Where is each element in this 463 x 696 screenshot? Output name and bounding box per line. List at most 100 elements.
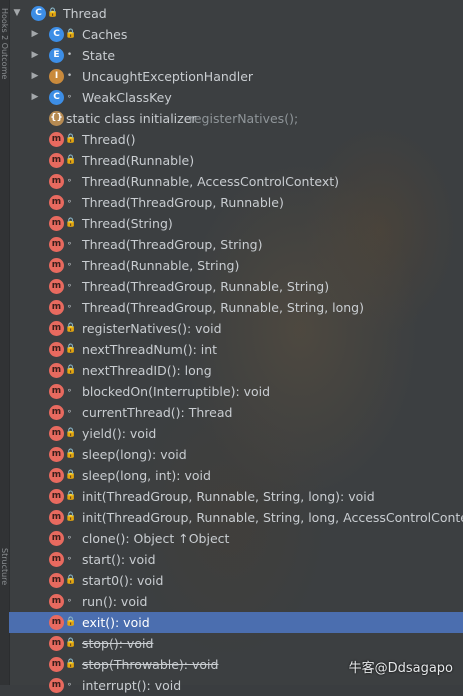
tree-node-member[interactable]: m 🔒 nextThreadNum(): int <box>9 339 463 360</box>
visibility-icon: ∘ <box>66 239 73 249</box>
enum-icon: E <box>49 48 64 63</box>
method-icon: m <box>49 405 64 420</box>
tree-node-nested-class[interactable]: ▶ C 🔒 Caches <box>9 24 463 45</box>
interface-icon: I <box>49 69 64 84</box>
tree-node-label: Thread(ThreadGroup, Runnable, String, lo… <box>82 300 364 315</box>
tree-node-member[interactable]: m 🔒 nextThreadID(): long <box>9 360 463 381</box>
tool-strip-label-bottom[interactable]: Structure <box>0 548 9 585</box>
method-icon: m <box>49 300 64 315</box>
method-icon: m <box>49 258 64 273</box>
tree-node-member[interactable]: m ∘ Thread(Runnable, AccessControlContext) <box>9 171 463 192</box>
lock-icon: 🔒 <box>65 512 77 522</box>
visibility-icon: ∘ <box>66 302 73 312</box>
lock-icon: 🔒 <box>65 491 77 501</box>
tree-node-nested-class[interactable]: ▶ C ∘ WeakClassKey <box>9 87 463 108</box>
tree-node-member[interactable]: m ∘ blockedOn(Interruptible): void <box>9 381 463 402</box>
tree-node-label: exit(): void <box>82 615 150 630</box>
method-icon: m <box>49 573 64 588</box>
tree-node-label: Thread(Runnable, String) <box>82 258 240 273</box>
method-icon: m <box>49 174 64 189</box>
tree-node-label: init(ThreadGroup, Runnable, String, long… <box>82 510 463 525</box>
visibility-icon: ∘ <box>66 680 73 690</box>
tree-node-member[interactable]: m 🔒 registerNatives(): void <box>9 318 463 339</box>
tree-node-label: Thread(ThreadGroup, String) <box>82 237 263 252</box>
method-icon: m <box>49 552 64 567</box>
visibility-icon: ∘ <box>66 281 73 291</box>
structure-tree: ▼ C 🔒 Thread ▶ C 🔒 Caches ▶ E • State ▶ … <box>9 0 463 693</box>
lock-icon: 🔒 <box>65 344 77 354</box>
tree-node-member[interactable]: m 🔒 Thread(Runnable) <box>9 150 463 171</box>
tree-node-label: UncaughtExceptionHandler <box>82 69 254 84</box>
tree-node-member[interactable]: m 🔒 stop(): void <box>9 633 463 654</box>
method-icon: m <box>49 594 64 609</box>
tree-node-member[interactable]: m ∘ start(): void <box>9 549 463 570</box>
tree-node-member[interactable]: m 🔒 Thread() <box>9 129 463 150</box>
tree-node-member[interactable]: m ∘ currentThread(): Thread <box>9 402 463 423</box>
method-icon: m <box>49 531 64 546</box>
lock-icon: 🔒 <box>65 617 77 627</box>
tree-node-label: Thread(ThreadGroup, Runnable, String) <box>82 279 330 294</box>
tree-node-member[interactable]: m 🔒 start0(): void <box>9 570 463 591</box>
lock-icon: 🔒 <box>65 323 77 333</box>
chevron-right-icon[interactable]: ▶ <box>30 87 40 108</box>
chevron-right-icon[interactable]: ▶ <box>30 45 40 66</box>
lock-icon: 🔒 <box>47 8 59 18</box>
tree-node-label: stop(): void <box>82 636 154 651</box>
tree-node-label: nextThreadID(): long <box>82 363 212 378</box>
method-icon: m <box>49 615 64 630</box>
public-visibility-icon: • <box>66 71 73 81</box>
class-icon: C <box>49 27 64 42</box>
tree-node-label: sleep(long, int): void <box>82 468 211 483</box>
method-icon: m <box>49 237 64 252</box>
tree-node-member[interactable]: m ∘ Thread(ThreadGroup, String) <box>9 234 463 255</box>
tree-node-label: blockedOn(Interruptible): void <box>82 384 271 399</box>
class-icon: C <box>49 90 64 105</box>
tree-node-label: init(ThreadGroup, Runnable, String, long… <box>82 489 375 504</box>
tree-node-member[interactable]: m ∘ clone(): Object ↑Object <box>9 528 463 549</box>
tree-node-nested-interface[interactable]: ▶ I • UncaughtExceptionHandler <box>9 66 463 87</box>
method-icon: m <box>49 447 64 462</box>
tree-node-member[interactable]: m ∘ interrupt(): void <box>9 675 463 696</box>
method-icon: m <box>49 132 64 147</box>
tree-node-label: Thread(Runnable, AccessControlContext) <box>82 174 340 189</box>
chevron-right-icon[interactable]: ▶ <box>30 66 40 87</box>
visibility-icon: ∘ <box>66 260 73 270</box>
tree-node-static-initializer[interactable]: {} static class initializer registerNati… <box>9 108 463 129</box>
lock-icon: 🔒 <box>65 29 77 39</box>
package-visibility-icon: ∘ <box>66 92 73 102</box>
method-icon: m <box>49 678 64 693</box>
tree-node-member[interactable]: m 🔒 sleep(long): void <box>9 444 463 465</box>
visibility-icon: ∘ <box>66 197 73 207</box>
tree-node-member[interactable]: m ∘ Thread(ThreadGroup, Runnable) <box>9 192 463 213</box>
tree-node-label: Thread(Runnable) <box>82 153 195 168</box>
tree-node-label: WeakClassKey <box>82 90 172 105</box>
tree-node-member[interactable]: m 🔒 init(ThreadGroup, Runnable, String, lo… <box>9 486 463 507</box>
lock-icon: 🔒 <box>65 638 77 648</box>
tree-node-member[interactable]: m ∘ Thread(ThreadGroup, Runnable, String, … <box>9 297 463 318</box>
method-icon: m <box>49 363 64 378</box>
chevron-right-icon[interactable]: ▶ <box>30 24 40 45</box>
tree-node-label: run(): void <box>82 594 148 609</box>
tree-node-member[interactable]: m ∘ run(): void <box>9 591 463 612</box>
chevron-down-icon[interactable]: ▼ <box>12 3 22 24</box>
method-icon: m <box>49 636 64 651</box>
lock-icon: 🔒 <box>65 575 77 585</box>
tool-strip-label-top[interactable]: Hooks 2 Outcome <box>0 8 9 79</box>
tree-node-nested-enum[interactable]: ▶ E • State <box>9 45 463 66</box>
tree-node-label: Caches <box>82 27 128 42</box>
tree-node-member[interactable]: m 🔒 Thread(String) <box>9 213 463 234</box>
tree-node-member-selected[interactable]: m 🔒 exit(): void <box>9 612 463 633</box>
tree-node-label: Thread <box>63 6 107 21</box>
lock-icon: 🔒 <box>65 659 77 669</box>
tree-node-member[interactable]: m 🔒 yield(): void <box>9 423 463 444</box>
visibility-icon: ∘ <box>66 554 73 564</box>
lock-icon: 🔒 <box>65 218 77 228</box>
tree-node-label: Thread() <box>82 132 136 147</box>
tree-node-member[interactable]: m 🔒 sleep(long, int): void <box>9 465 463 486</box>
tree-node-root-thread[interactable]: ▼ C 🔒 Thread <box>9 3 463 24</box>
lock-icon: 🔒 <box>65 134 77 144</box>
tree-node-member[interactable]: m ∘ Thread(Runnable, String) <box>9 255 463 276</box>
tree-node-member[interactable]: m ∘ Thread(ThreadGroup, Runnable, String) <box>9 276 463 297</box>
tree-node-member[interactable]: m 🔒 init(ThreadGroup, Runnable, String, lo… <box>9 507 463 528</box>
method-icon: m <box>49 657 64 672</box>
